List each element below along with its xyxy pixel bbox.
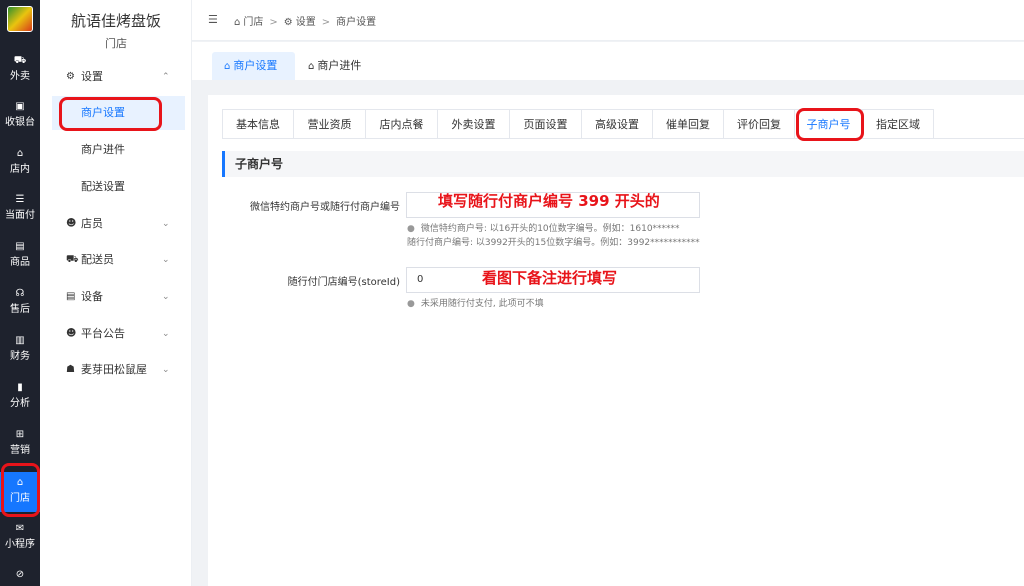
- breadcrumb-merchant-settings: 商户设置: [336, 17, 377, 28]
- store-id-hint: ● 未采用随行付支付, 此项可不填: [407, 299, 544, 309]
- merchant-id-hint-1: ● 微信特约商户号: 以16开头的10位数字编号。例如：1610******: [407, 224, 680, 234]
- chevron-down-icon: ⌄: [162, 255, 170, 265]
- courier-icon: ⛟: [66, 254, 79, 265]
- takeout-icon: ⛟: [13, 55, 27, 66]
- highlight-merchant-settings: [59, 97, 162, 131]
- tab-advanced-settings[interactable]: 高级设置: [581, 109, 653, 139]
- tab-merchant-onboarding[interactable]: ⌂ 商户进件: [296, 52, 380, 80]
- goods-icon: ▤: [15, 241, 25, 252]
- menu-item-merchant-onboarding[interactable]: 商户进件: [52, 133, 185, 167]
- section-title: 子商户号: [222, 151, 1024, 177]
- rail-item-face-pay[interactable]: ☰ 当面付: [0, 189, 40, 229]
- highlight-sub-merchant-tab: [796, 108, 864, 141]
- tab-dine-in-ordering[interactable]: 店内点餐: [365, 109, 438, 139]
- dine-in-icon: ⌂: [16, 148, 24, 159]
- chevron-down-icon: ⌄: [162, 365, 170, 375]
- rail-item-takeout[interactable]: ⛟ 外卖: [0, 50, 40, 90]
- merchant-id-hint-2: 随行付商户编号: 以3992开头的15位数字编号。例如：3992********…: [407, 238, 700, 248]
- mini-program-icon: ✉: [15, 523, 25, 534]
- info-icon: ●: [407, 299, 415, 309]
- tab-reminder-reply[interactable]: 催单回复: [652, 109, 724, 139]
- rail-item-mini-program[interactable]: ✉ 小程序: [0, 518, 40, 558]
- menu-group-devices[interactable]: ▤ 设备 ⌄: [40, 282, 192, 312]
- after-sales-icon: ☊: [15, 288, 25, 299]
- rail-item-dine-in[interactable]: ⌂ 店内: [0, 143, 40, 183]
- store-logo[interactable]: [7, 6, 33, 32]
- merchant-id-label: 微信特约商户号或随行付商户编号: [250, 202, 400, 213]
- menu-group-courier[interactable]: ⛟ 配送员 ⌄: [40, 245, 192, 275]
- tab-page-settings[interactable]: 页面设置: [509, 109, 582, 139]
- chevron-up-icon: ⌃: [162, 72, 170, 82]
- collapse-menu-icon[interactable]: ☰: [208, 13, 218, 26]
- breadcrumb-settings[interactable]: 设置: [296, 17, 316, 28]
- menu-group-settings[interactable]: ⚙ 设置 ⌃: [40, 62, 192, 92]
- tab-takeout-settings[interactable]: 外卖设置: [437, 109, 510, 139]
- content-panel: 基本信息 营业资质 店内点餐 外卖设置 页面设置 高级设置 催单回复 评价回复 …: [208, 95, 1024, 586]
- rail-item-marketing[interactable]: ⊞ 营销: [0, 424, 40, 464]
- menu-group-maiyatian[interactable]: ☗ 麦芽田松鼠屋 ⌄: [40, 355, 192, 385]
- store-id-annotation: 看图下备注进行填写: [482, 269, 618, 287]
- store-type: 门店: [105, 37, 127, 50]
- menu-group-announcements[interactable]: ☻ 平台公告 ⌄: [40, 319, 192, 349]
- store-id-label: 随行付门店编号(storeId): [287, 277, 400, 288]
- info-icon: ●: [407, 224, 415, 234]
- rail-item-finance[interactable]: ▥ 财务: [0, 330, 40, 370]
- gear-icon: ⚙: [66, 71, 75, 82]
- tab-designated-area[interactable]: 指定区域: [862, 109, 934, 139]
- printer-icon: ▤: [66, 291, 76, 302]
- analytics-icon: ▮: [17, 382, 23, 393]
- rail-item-more[interactable]: ⊘: [0, 564, 40, 586]
- store-name: 航语佳烤盘饭: [70, 12, 161, 30]
- announcement-icon: ☻: [66, 328, 77, 339]
- tab-divider: [222, 138, 1024, 139]
- chevron-down-icon: ⌄: [162, 219, 170, 229]
- highlight-store-rail: [1, 463, 40, 517]
- store-icon: ⌂: [234, 17, 241, 28]
- rail-item-goods[interactable]: ▤ 商品: [0, 236, 40, 276]
- tab-basic-info[interactable]: 基本信息: [222, 109, 294, 139]
- page-tabs: ⌂ 商户设置 ⌂ 商户进件: [192, 42, 1024, 80]
- face-pay-icon: ☰: [15, 194, 25, 205]
- rail-item-analytics[interactable]: ▮ 分析: [0, 377, 40, 417]
- more-icon: ⊘: [15, 569, 25, 580]
- merchant-id-annotation: 填写随行付商户编号 399 开头的: [438, 192, 660, 210]
- staff-icon: ☻: [66, 218, 77, 229]
- chevron-down-icon: ⌄: [162, 292, 170, 302]
- finance-icon: ▥: [15, 335, 25, 346]
- breadcrumb-store[interactable]: 门店: [243, 17, 263, 28]
- tab-review-reply[interactable]: 评价回复: [723, 109, 795, 139]
- cashier-icon: ▣: [15, 101, 25, 112]
- breadcrumb: ⌂ 门店 > ⚙ 设置 > 商户设置: [234, 17, 377, 28]
- menu-item-delivery-settings[interactable]: 配送设置: [52, 170, 185, 204]
- side-menu: 航语佳烤盘饭 门店 ⚙ 设置 ⌃ 商户设置 商户进件 配送设置 ☻ 店员 ⌄ ⛟ 配送员 ⌄…: [40, 0, 192, 586]
- chevron-down-icon: ⌄: [162, 329, 170, 339]
- rail-item-cashier[interactable]: ▣ 收银台: [0, 96, 40, 136]
- marketing-icon: ⊞: [15, 429, 25, 440]
- tab-business-license[interactable]: 营业资质: [293, 109, 366, 139]
- team-icon: ☗: [66, 364, 75, 375]
- menu-group-staff[interactable]: ☻ 店员 ⌄: [40, 209, 192, 239]
- gear-icon: ⚙: [283, 17, 293, 28]
- top-bar: ☰ ⌂ 门店 > ⚙ 设置 > 商户设置: [192, 0, 1024, 41]
- store-icon: ⌂: [224, 61, 231, 72]
- rail-item-after-sales[interactable]: ☊ 售后: [0, 283, 40, 323]
- store-icon: ⌂: [308, 61, 315, 72]
- tab-merchant-settings[interactable]: ⌂ 商户设置: [212, 52, 295, 80]
